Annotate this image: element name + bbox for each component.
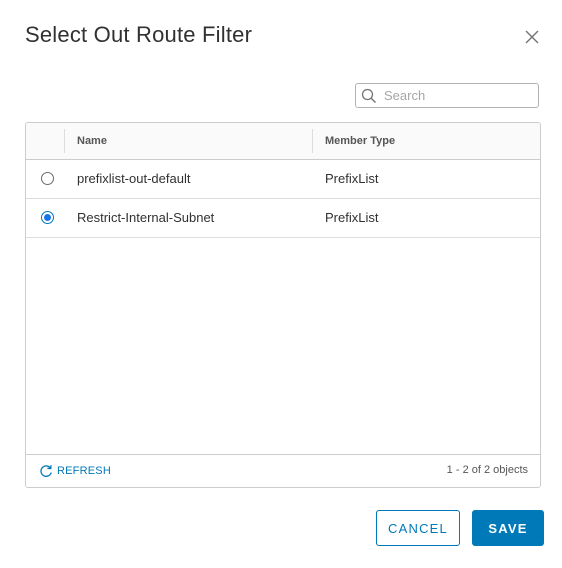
search-box[interactable] [355, 83, 539, 108]
row-name: prefixlist-out-default [77, 171, 191, 186]
route-filter-grid: Name Member Type prefixlist-out-default … [25, 122, 541, 488]
pagination-count: 1 - 2 of 2 objects [446, 464, 528, 476]
cancel-button[interactable]: CANCEL [376, 510, 460, 546]
close-icon [525, 30, 539, 44]
search-input[interactable] [384, 88, 524, 103]
refresh-icon [40, 465, 52, 477]
search-icon [361, 88, 377, 104]
row-member-type: PrefixList [325, 210, 379, 225]
grid-footer: REFRESH 1 - 2 of 2 objects [26, 454, 540, 487]
save-button[interactable]: SAVE [472, 510, 544, 546]
column-separator[interactable] [312, 129, 313, 153]
dialog-title: Select Out Route Filter [25, 22, 253, 47]
close-button[interactable] [521, 26, 543, 48]
select-out-route-filter-dialog: Select Out Route Filter Name Member Type… [0, 0, 562, 568]
column-header-member-type[interactable]: Member Type [325, 123, 395, 159]
refresh-label: REFRESH [57, 465, 111, 477]
column-separator[interactable] [64, 129, 65, 153]
refresh-button[interactable]: REFRESH [39, 464, 111, 478]
row-radio-button[interactable] [41, 172, 54, 185]
row-name: Restrict-Internal-Subnet [77, 210, 215, 225]
table-row[interactable]: prefixlist-out-default PrefixList [26, 160, 540, 199]
column-header-name[interactable]: Name [77, 123, 107, 159]
row-member-type: PrefixList [325, 171, 379, 186]
row-radio-button[interactable] [41, 211, 54, 224]
grid-header: Name Member Type [26, 123, 540, 160]
table-row[interactable]: Restrict-Internal-Subnet PrefixList [26, 199, 540, 238]
